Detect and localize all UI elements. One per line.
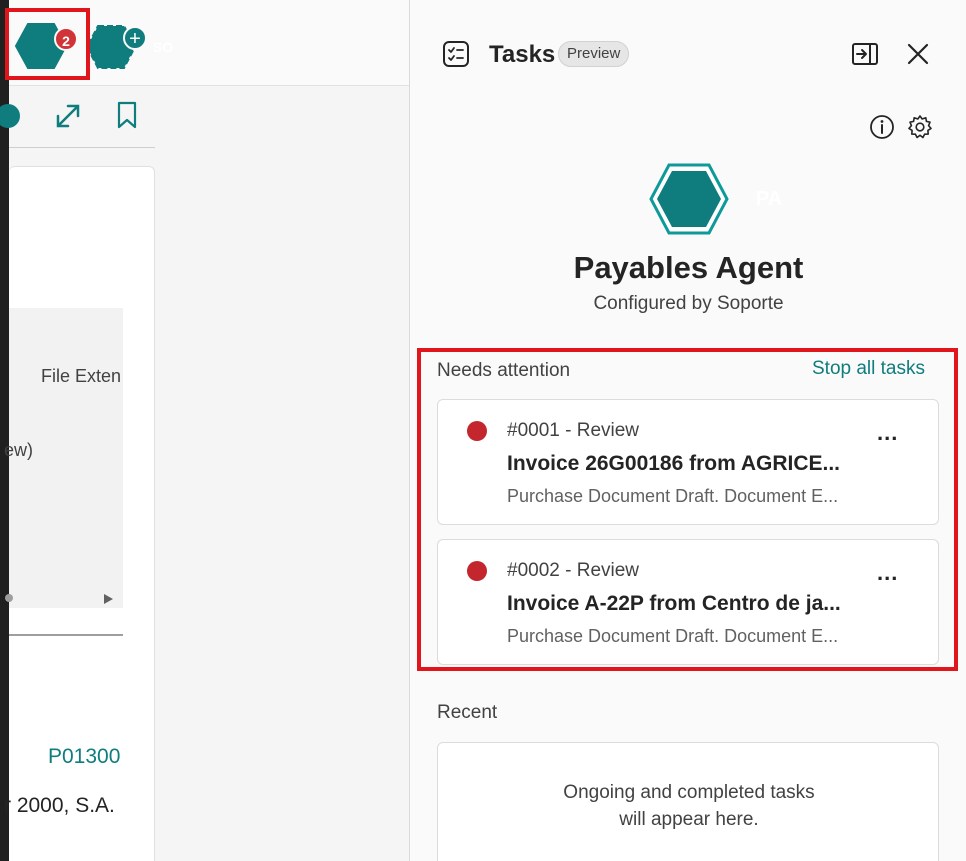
- agent-configured-by: Configured by Soporte: [593, 293, 784, 314]
- settings-gear-icon[interactable]: [907, 114, 933, 140]
- grid-bottom-border: [9, 634, 123, 636]
- close-icon[interactable]: [906, 42, 930, 66]
- agent-avatar: PA: [649, 163, 782, 235]
- scroll-right-icon[interactable]: [102, 592, 114, 606]
- expand-icon[interactable]: [54, 102, 82, 130]
- empty-state-text: Ongoing and completed tasks will appear …: [438, 779, 940, 833]
- agent-initials: PA: [755, 188, 783, 210]
- pane-title: Tasks: [489, 41, 556, 68]
- preview-badge: Preview: [558, 41, 630, 67]
- agent-name: Payables Agent: [573, 250, 804, 285]
- scroll-left-icon[interactable]: [4, 592, 14, 604]
- status-dot-icon: [0, 104, 20, 128]
- info-icon[interactable]: [869, 114, 895, 140]
- dock-pane-icon[interactable]: [851, 42, 879, 66]
- hexagon-icon: [649, 163, 729, 235]
- tasks-pane: Tasks Preview PA Payables Agent Configur…: [409, 0, 966, 861]
- vendor-name: r 2000, S.A.: [4, 794, 115, 817]
- highlight-box: [417, 348, 958, 671]
- recent-empty-state: Ongoing and completed tasks will appear …: [437, 742, 939, 861]
- window-edge: [0, 0, 9, 861]
- bookmark-icon[interactable]: [116, 100, 138, 130]
- recent-label: Recent: [437, 702, 498, 723]
- grid-cell: ew): [4, 440, 34, 460]
- background-app: PA 2 SO + File Exten ew) P01300 r 2000, …: [0, 0, 409, 861]
- column-header-file-extension[interactable]: File Exten: [41, 366, 121, 387]
- record-number-link[interactable]: P01300: [48, 745, 120, 769]
- toolbar-divider: [9, 147, 155, 148]
- empty-state-line: will appear here.: [619, 809, 759, 830]
- empty-state-line: Ongoing and completed tasks: [563, 782, 815, 803]
- add-agent-icon[interactable]: +: [123, 26, 147, 50]
- tasks-checklist-icon: [443, 41, 469, 67]
- highlight-box: [5, 8, 90, 80]
